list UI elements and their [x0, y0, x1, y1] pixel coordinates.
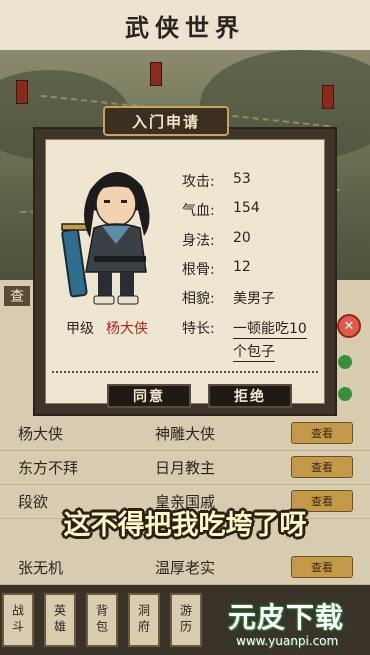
list-item: 张无机 温厚老实 查看 — [0, 550, 370, 585]
stat-label-agility: 身法: — [182, 233, 215, 249]
watermark-brand: 元皮下载 — [228, 601, 345, 634]
nav-bag[interactable]: 背包 — [86, 593, 118, 647]
hero-rank: 甲级 — [66, 321, 94, 337]
stat-label-looks: 相貌: — [182, 291, 215, 307]
member-trait: 日月教主 — [155, 458, 216, 477]
stat-value-specialty-line1: 一顿能吃10 — [233, 318, 307, 339]
watermark-logo: 元皮下载 www.yuanpi.com — [228, 596, 368, 654]
nav-travel[interactable]: 游历 — [170, 593, 202, 647]
stat-label-specialty: 特长: — [182, 321, 215, 337]
view-button[interactable]: 查看 — [291, 422, 353, 444]
member-trait: 神雕大侠 — [155, 424, 216, 443]
view-button[interactable]: 查看 — [291, 556, 353, 578]
stat-value-agility: 20 — [233, 230, 251, 246]
stat-value-hp: 154 — [233, 200, 260, 216]
dialog-header: 入门申请 — [103, 106, 229, 136]
watermark-url: www.yuanpi.com — [236, 634, 339, 648]
status-dot-icon — [338, 387, 352, 401]
nav-cave[interactable]: 洞府 — [128, 593, 160, 647]
stat-label-attack: 攻击: — [182, 174, 215, 190]
list-item: 杨大侠 神雕大侠 查看 — [0, 416, 370, 451]
divider — [52, 371, 318, 373]
flag-icon — [16, 80, 28, 104]
status-dot-icon — [338, 355, 352, 369]
stat-value-attack: 53 — [233, 171, 251, 187]
reject-button[interactable]: 拒绝 — [208, 384, 292, 408]
agree-button[interactable]: 同意 — [107, 384, 191, 408]
video-caption: 这不得把我吃垮了呀 — [63, 510, 307, 541]
flag-icon — [322, 85, 334, 109]
stat-value-bone: 12 — [233, 259, 251, 275]
dialog-title: 入门申请 — [131, 112, 200, 131]
list-tab[interactable]: 查 — [4, 286, 30, 306]
nav-heroes[interactable]: 英雄 — [44, 593, 76, 647]
hero-name: 杨大侠 — [106, 321, 148, 337]
close-icon[interactable]: ✕ — [337, 314, 361, 338]
view-button[interactable]: 查看 — [291, 456, 353, 478]
stat-label-bone: 根骨: — [182, 262, 215, 278]
game-title: 武侠世界 — [125, 12, 245, 42]
member-name: 东方不拜 — [18, 458, 79, 477]
title-bar: 武侠世界 — [0, 0, 370, 50]
hero-portrait-icon — [61, 171, 150, 305]
stat-label-hp: 气血: — [182, 203, 215, 219]
stat-value-specialty-line2: 个包子 — [233, 341, 275, 362]
flag-icon — [150, 62, 162, 86]
member-name: 张无机 — [18, 558, 64, 577]
nav-battle[interactable]: 战斗 — [2, 593, 34, 647]
member-trait: 温厚老实 — [155, 558, 216, 577]
member-name: 杨大侠 — [18, 424, 64, 443]
stat-value-looks: 美男子 — [233, 291, 275, 307]
list-item: 东方不拜 日月教主 查看 — [0, 450, 370, 485]
